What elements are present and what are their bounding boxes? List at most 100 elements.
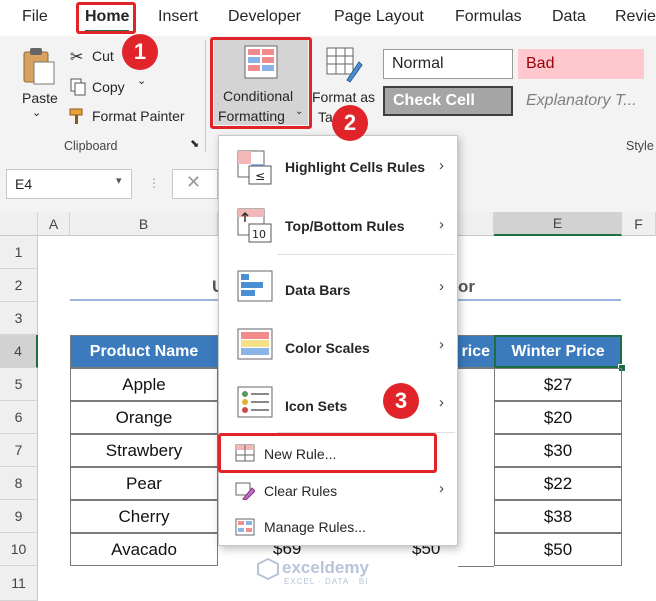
product-cell[interactable]: Cherry xyxy=(70,500,218,533)
styles-group-label: Style xyxy=(626,139,654,153)
highlight-cells-icon: ≤ xyxy=(237,150,273,186)
select-all-corner[interactable] xyxy=(0,212,38,236)
menu-item-top-bottom-rules[interactable]: 10 Top/Bottom Rules › xyxy=(219,200,457,252)
cancel-icon[interactable]: ✕ xyxy=(186,172,201,193)
product-cell[interactable]: Apple xyxy=(70,368,218,401)
clipboard-launcher-icon[interactable]: ⬊ xyxy=(190,137,199,150)
style-normal[interactable]: Normal xyxy=(383,49,513,79)
clipboard-group-label: Clipboard xyxy=(64,139,118,153)
paste-label[interactable]: Paste xyxy=(22,90,58,106)
step-badge-1: 1 xyxy=(122,34,158,70)
table-bottom-border xyxy=(458,566,494,567)
format-painter-button[interactable]: Format Painter xyxy=(92,108,185,124)
tab-insert[interactable]: Insert xyxy=(158,8,198,26)
winter-price-cell[interactable]: $22 xyxy=(494,467,622,500)
header-winter-price[interactable]: Winter Price xyxy=(494,335,622,368)
sheet-title-fragment-right: or xyxy=(458,277,475,296)
column-header-b[interactable]: B xyxy=(70,212,218,236)
tab-review[interactable]: Revie xyxy=(615,8,656,26)
column-header-d[interactable] xyxy=(458,212,494,236)
product-cell[interactable]: Pear xyxy=(70,467,218,500)
tab-developer[interactable]: Developer xyxy=(228,8,301,26)
row-header-2[interactable]: 2 xyxy=(0,269,38,302)
paste-icon[interactable] xyxy=(18,46,58,88)
chevron-right-icon: › xyxy=(439,480,444,497)
format-as-table-label-1[interactable]: Format as xyxy=(312,89,375,105)
row-header-1[interactable]: 1 xyxy=(0,236,38,269)
chevron-right-icon: › xyxy=(439,216,444,233)
header-product-name[interactable]: Product Name xyxy=(70,335,218,368)
copy-chevron-icon[interactable]: ⌄ xyxy=(137,74,146,87)
chevron-right-icon: › xyxy=(439,157,444,174)
winter-price-cell[interactable]: $50 xyxy=(494,533,622,566)
manage-rules-icon xyxy=(235,518,255,536)
column-header-a[interactable]: A xyxy=(38,212,70,236)
winter-price-cell[interactable]: $38 xyxy=(494,500,622,533)
manage-rules-label: Manage Rules... xyxy=(264,519,366,535)
conditional-formatting-highlight xyxy=(210,37,312,129)
menu-item-clear-rules[interactable]: Clear Rules › xyxy=(219,474,457,508)
menu-item-color-scales[interactable]: Color Scales › xyxy=(219,320,457,372)
group-divider xyxy=(205,40,206,152)
format-as-table-label-2[interactable]: Ta xyxy=(318,109,333,125)
top-bottom-icon: 10 xyxy=(237,208,273,244)
menu-item-manage-rules[interactable]: Manage Rules... xyxy=(219,510,457,544)
tab-data[interactable]: Data xyxy=(552,8,586,26)
row-header-6[interactable]: 6 xyxy=(0,401,38,434)
menu-item-highlight-cells-rules[interactable]: ≤ Highlight Cells Rules › xyxy=(219,142,457,192)
menu-separator xyxy=(277,254,455,255)
format-as-table-icon[interactable] xyxy=(325,46,363,84)
watermark-name: exceldemy xyxy=(282,558,369,577)
menu-item-icon-sets[interactable]: Icon Sets › xyxy=(219,378,457,430)
row-header-4[interactable]: 4 xyxy=(0,335,38,368)
highlight-cells-label: Highlight Cells Rules xyxy=(285,159,426,175)
copy-icon xyxy=(70,78,86,96)
chevron-right-icon: › xyxy=(439,278,444,295)
row-header-10[interactable]: 10 xyxy=(0,533,38,566)
chevron-right-icon: › xyxy=(439,394,444,411)
copy-button[interactable]: Copy xyxy=(92,79,125,95)
product-cell[interactable]: Avacado xyxy=(70,533,218,566)
paste-chevron-icon[interactable]: ⌄ xyxy=(32,106,41,119)
svg-text:≤: ≤ xyxy=(255,169,265,183)
product-cell[interactable]: Strawbery xyxy=(70,434,218,467)
product-cell[interactable]: Orange xyxy=(70,401,218,434)
name-box-chevron-icon[interactable]: ▾ xyxy=(116,174,122,187)
row-header-3[interactable]: 3 xyxy=(0,302,38,335)
menu-item-data-bars[interactable]: Data Bars › xyxy=(219,262,457,314)
row-header-9[interactable]: 9 xyxy=(0,500,38,533)
style-explanatory[interactable]: Explanatory T... xyxy=(518,86,644,116)
tab-file[interactable]: File xyxy=(22,8,48,26)
column-header-f[interactable]: F xyxy=(622,212,656,236)
row-header-5[interactable]: 5 xyxy=(0,368,38,401)
home-tab-highlight xyxy=(76,2,136,34)
scissors-icon: ✂ xyxy=(70,49,84,66)
style-check-cell[interactable]: Check Cell xyxy=(383,86,513,116)
clear-rules-label: Clear Rules xyxy=(264,483,338,499)
row-header-11[interactable]: 11 xyxy=(0,566,38,601)
tab-page-layout[interactable]: Page Layout xyxy=(334,8,424,26)
header-price-fragment[interactable]: rice xyxy=(458,335,494,368)
row-header-7[interactable]: 7 xyxy=(0,434,38,467)
color-scales-icon xyxy=(237,328,273,364)
tab-formulas[interactable]: Formulas xyxy=(455,8,522,26)
data-bars-label: Data Bars xyxy=(285,282,351,298)
name-box[interactable]: E4 xyxy=(6,169,132,199)
watermark-tagline: EXCEL · DATA · BI xyxy=(284,577,369,586)
icon-sets-label: Icon Sets xyxy=(285,398,348,414)
data-bars-icon xyxy=(237,270,273,306)
row-header-8[interactable]: 8 xyxy=(0,467,38,500)
conditional-formatting-menu: ≤ Highlight Cells Rules › 10 Top/Bottom … xyxy=(218,135,458,546)
column-d-cells xyxy=(458,368,494,567)
step-badge-2: 2 xyxy=(332,105,368,141)
top-bottom-label: Top/Bottom Rules xyxy=(285,218,405,234)
winter-price-cell[interactable]: $30 xyxy=(494,434,622,467)
winter-price-cell[interactable]: $27 xyxy=(494,368,622,401)
more-options-icon[interactable]: ⋮ xyxy=(148,176,160,190)
column-header-e[interactable]: E xyxy=(494,212,622,236)
new-rule-highlight xyxy=(218,433,437,473)
style-bad[interactable]: Bad xyxy=(518,49,644,79)
winter-price-cell[interactable]: $20 xyxy=(494,401,622,434)
cut-button[interactable]: Cut xyxy=(92,48,114,64)
exceldemy-logo-icon xyxy=(257,557,279,581)
